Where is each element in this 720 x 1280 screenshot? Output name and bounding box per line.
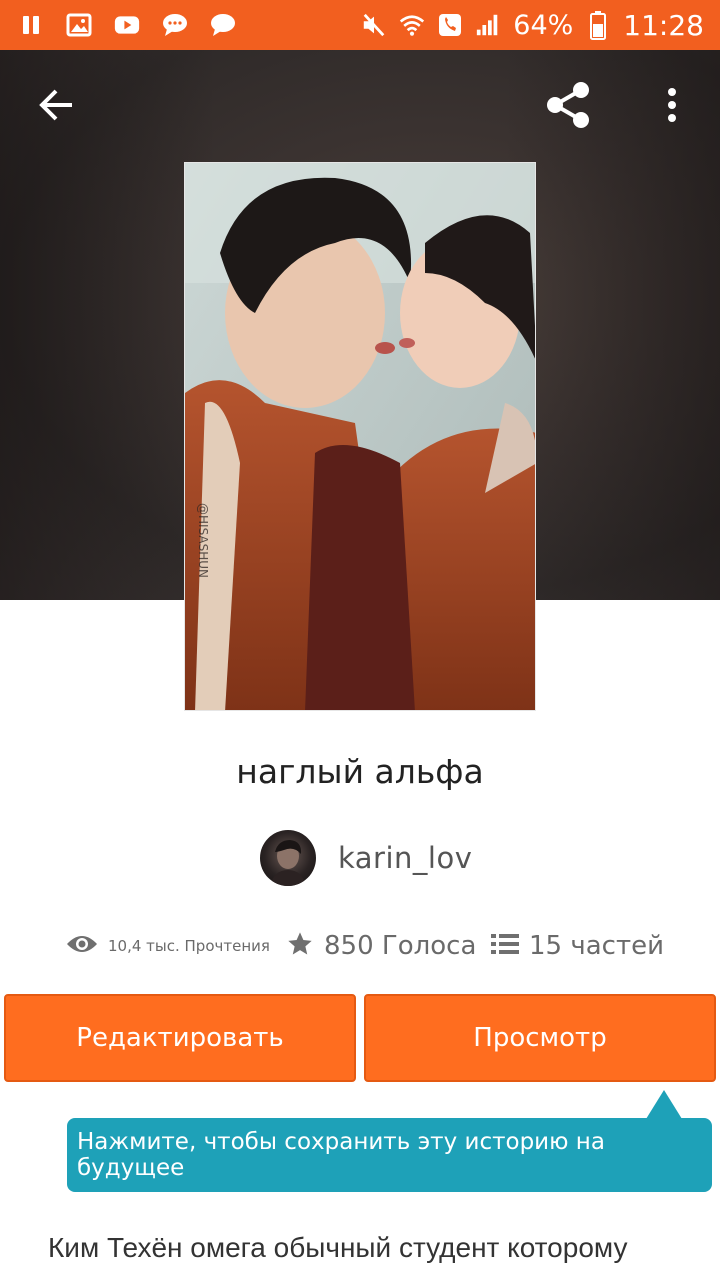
arrow-left-icon [38, 88, 74, 126]
battery-icon [585, 11, 611, 40]
story-description: Ким Техён омега обычный студент которому [48, 1232, 628, 1263]
story-cover-image[interactable]: @HISASHUN [184, 162, 536, 711]
star-icon [286, 930, 314, 962]
battery-percent: 64% [513, 9, 574, 41]
parts-count: 15 частей [529, 931, 664, 961]
edit-button[interactable]: Редактировать [4, 994, 356, 1082]
share-button[interactable] [540, 80, 596, 134]
back-button[interactable] [30, 85, 82, 129]
story-stats: 10,4 тыс. Прочтения 850 Голоса 15 частей [0, 922, 720, 970]
votes-stat: 850 Голоса [286, 922, 476, 970]
view-button[interactable]: Просмотр [364, 994, 716, 1082]
image-icon [66, 12, 92, 38]
eye-icon [66, 933, 98, 959]
author-link[interactable]: karin_lov [260, 830, 472, 886]
wifi-icon [399, 12, 425, 38]
mute-icon [361, 12, 387, 38]
chat-bubble-icon [162, 12, 188, 38]
author-name[interactable]: karin_lov [338, 841, 472, 875]
reads-count: 10,4 тыс. Прочтения [108, 937, 270, 955]
avatar[interactable] [260, 830, 316, 886]
story-title: наглый альфа [236, 752, 484, 791]
wifi-call-icon [437, 12, 463, 38]
signal-icon [475, 12, 501, 38]
status-bar: 64% 11:28 [0, 0, 720, 50]
tooltip-pointer [646, 1090, 682, 1119]
more-vertical-icon [667, 87, 677, 127]
more-options-button[interactable] [654, 82, 690, 132]
tooltip-text: Нажмите, чтобы сохранить эту историю на … [77, 1129, 605, 1181]
reads-stat: 10,4 тыс. Прочтения [66, 922, 270, 970]
share-icon [543, 80, 593, 134]
votes-count: 850 Голоса [324, 931, 477, 961]
cover-watermark: @HISASHUN [196, 503, 210, 578]
pause-icon [18, 12, 44, 38]
save-story-tooltip[interactable]: Нажмите, чтобы сохранить эту историю на … [67, 1118, 712, 1192]
youtube-icon [114, 12, 140, 38]
chat-bubble-icon [210, 12, 236, 38]
list-icon [491, 933, 519, 959]
parts-stat: 15 частей [491, 922, 664, 970]
clock: 11:28 [623, 8, 704, 42]
